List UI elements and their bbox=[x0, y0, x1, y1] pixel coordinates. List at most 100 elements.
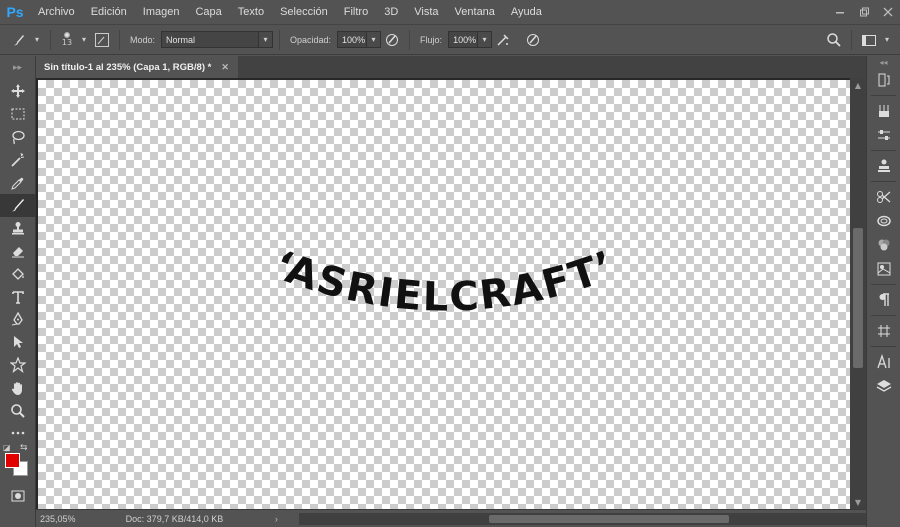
photoshop-logo[interactable]: Ps bbox=[0, 0, 30, 24]
brush-panel-toggle-icon[interactable] bbox=[91, 29, 113, 51]
artwork-text: ‘ASRIELCRAFT’ bbox=[268, 242, 622, 321]
menu-bar: Ps Archivo Edición Imagen Capa Texto Sel… bbox=[0, 0, 900, 24]
layers-icon[interactable] bbox=[867, 374, 900, 398]
status-bar: 235,05% Doc: 379,7 KB/414,0 KB › bbox=[36, 509, 867, 527]
paint-bucket-icon[interactable] bbox=[0, 262, 36, 285]
color-icon[interactable] bbox=[867, 209, 900, 233]
quick-select-icon[interactable] bbox=[0, 148, 36, 171]
swap-colors-icon[interactable]: ⇆ bbox=[20, 443, 28, 453]
paragraph-icon[interactable] bbox=[867, 288, 900, 312]
divider bbox=[871, 284, 896, 285]
color-swatches: ◪ ⇆ bbox=[0, 443, 36, 485]
menu-capa[interactable]: Capa bbox=[187, 0, 229, 24]
brush-icon[interactable] bbox=[0, 193, 36, 217]
divider bbox=[119, 29, 120, 50]
pressure-size-icon[interactable] bbox=[522, 29, 544, 51]
mode-select[interactable]: Normal bbox=[161, 31, 260, 48]
scroll-down-icon[interactable]: ▼ bbox=[850, 495, 866, 509]
close-icon[interactable] bbox=[876, 0, 900, 24]
brush-size-picker[interactable]: 13 bbox=[57, 32, 77, 47]
marquee-icon[interactable] bbox=[0, 103, 36, 126]
document-tab[interactable]: Sin título-1 al 235% (Capa 1, RGB/8) * ✕ bbox=[36, 56, 238, 78]
vertical-scrollbar[interactable]: ▲ ▼ bbox=[850, 78, 866, 509]
opacity-input[interactable]: 100% bbox=[337, 31, 368, 48]
eraser-icon[interactable] bbox=[0, 240, 36, 263]
menu-archivo[interactable]: Archivo bbox=[30, 0, 83, 24]
properties-icon[interactable] bbox=[867, 257, 900, 281]
panel-dock: ◂◂ bbox=[866, 56, 900, 527]
close-icon[interactable]: ✕ bbox=[221, 62, 229, 73]
tool-presets-icon[interactable] bbox=[867, 185, 900, 209]
flow-input[interactable]: 100% bbox=[448, 31, 479, 48]
shape-icon[interactable] bbox=[0, 354, 36, 377]
swatches-icon[interactable] bbox=[867, 233, 900, 257]
tools-panel: ▸▸ ◪ ⇆ bbox=[0, 56, 36, 527]
search-icon[interactable] bbox=[823, 29, 845, 51]
clone-source-icon[interactable] bbox=[867, 154, 900, 178]
default-colors-icon[interactable]: ◪ bbox=[3, 443, 11, 452]
pressure-opacity-icon[interactable] bbox=[381, 29, 403, 51]
divider bbox=[871, 346, 896, 347]
quick-mask-icon[interactable] bbox=[0, 485, 36, 508]
adjustments-icon[interactable] bbox=[867, 123, 900, 147]
hand-icon[interactable] bbox=[0, 376, 36, 399]
divider bbox=[279, 29, 281, 50]
canvas-area[interactable]: ‘ASRIELCRAFT’ bbox=[36, 78, 850, 509]
window-controls bbox=[828, 0, 900, 24]
minimize-icon[interactable] bbox=[828, 0, 852, 24]
chevron-down-icon[interactable]: ▾ bbox=[259, 31, 274, 48]
document-size: Doc: 379,7 KB/414,0 KB bbox=[125, 513, 224, 524]
workspace-icon[interactable] bbox=[858, 29, 880, 51]
stamp-icon[interactable] bbox=[0, 217, 36, 240]
chevron-down-icon[interactable]: ▾ bbox=[30, 31, 44, 48]
airbrush-icon[interactable] bbox=[492, 29, 514, 51]
divider bbox=[871, 150, 896, 151]
chevron-right-icon[interactable]: › bbox=[275, 514, 289, 524]
mode-label: Modo: bbox=[130, 34, 156, 45]
menu-3d[interactable]: 3D bbox=[376, 0, 406, 24]
eyedropper-icon[interactable] bbox=[0, 171, 36, 194]
divider bbox=[871, 315, 896, 316]
menu-edicion[interactable]: Edición bbox=[83, 0, 135, 24]
scroll-up-icon[interactable]: ▲ bbox=[850, 78, 866, 92]
zoom-icon[interactable] bbox=[0, 399, 36, 422]
artwork: ‘ASRIELCRAFT’ bbox=[268, 242, 622, 321]
divider bbox=[409, 29, 411, 50]
menu-ventana[interactable]: Ventana bbox=[447, 0, 503, 24]
menu-ayuda[interactable]: Ayuda bbox=[503, 0, 550, 24]
collapse-panels-icon[interactable]: ◂◂ bbox=[867, 56, 900, 68]
lasso-icon[interactable] bbox=[0, 126, 36, 149]
history-icon[interactable] bbox=[867, 68, 900, 92]
brush-tool-preset-icon[interactable] bbox=[8, 29, 30, 51]
menu-seleccion[interactable]: Selección bbox=[272, 0, 336, 24]
path-select-icon[interactable] bbox=[0, 331, 36, 354]
pen-icon[interactable] bbox=[0, 308, 36, 331]
divider bbox=[871, 181, 896, 182]
options-bar: ▾ 13 ▾ Modo: Normal ▾ Opacidad: 100% ▾ F… bbox=[0, 24, 900, 55]
brush-size-value: 13 bbox=[61, 38, 73, 47]
glyphs-icon[interactable] bbox=[867, 319, 900, 343]
document-tab-title: Sin título-1 al 235% (Capa 1, RGB/8) * bbox=[44, 61, 212, 73]
horizontal-scrollbar[interactable] bbox=[298, 512, 867, 525]
menu-filtro[interactable]: Filtro bbox=[336, 0, 376, 24]
more-tools-icon[interactable] bbox=[0, 422, 36, 445]
divider bbox=[851, 29, 852, 50]
chevron-down-icon[interactable]: ▾ bbox=[367, 31, 382, 48]
character-icon[interactable] bbox=[867, 350, 900, 374]
horizontal-scroll-thumb[interactable] bbox=[488, 514, 729, 523]
move-icon[interactable] bbox=[0, 80, 36, 103]
chevron-down-icon[interactable]: ▾ bbox=[478, 31, 493, 48]
menu-imagen[interactable]: Imagen bbox=[135, 0, 188, 24]
chevron-down-icon[interactable]: ▾ bbox=[880, 31, 894, 48]
divider bbox=[50, 29, 51, 50]
restore-icon[interactable] bbox=[852, 0, 876, 24]
vertical-scroll-thumb[interactable] bbox=[853, 228, 863, 368]
menu-vista[interactable]: Vista bbox=[406, 0, 446, 24]
foreground-color-swatch[interactable] bbox=[5, 452, 20, 468]
type-icon[interactable] bbox=[0, 285, 36, 308]
menu-texto[interactable]: Texto bbox=[230, 0, 272, 24]
zoom-level[interactable]: 235,05% bbox=[36, 514, 106, 524]
expand-panel-icon[interactable]: ▸▸ bbox=[0, 56, 35, 80]
brush-presets-icon[interactable] bbox=[867, 99, 900, 123]
chevron-down-icon[interactable]: ▾ bbox=[77, 31, 91, 48]
